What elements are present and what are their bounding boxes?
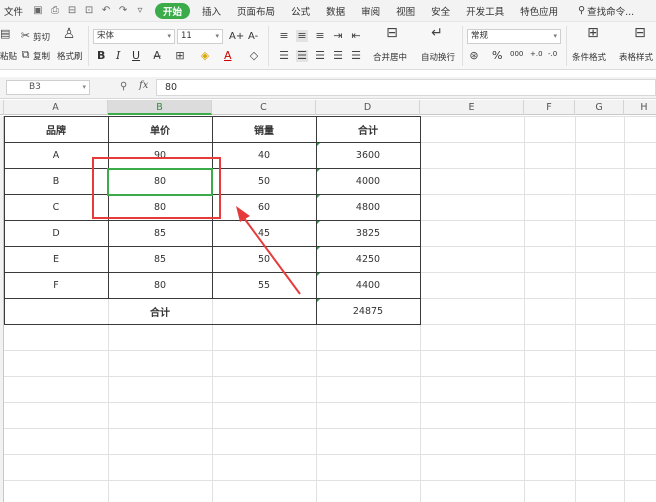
annotation-arrow	[236, 206, 301, 295]
